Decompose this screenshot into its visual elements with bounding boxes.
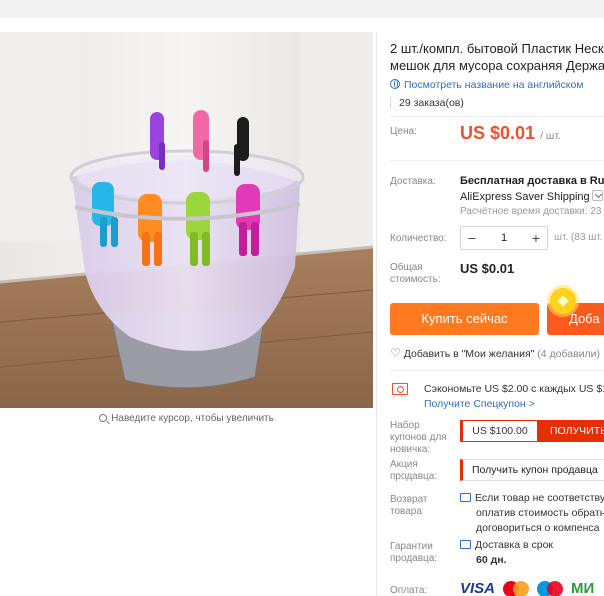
add-to-wishlist-link[interactable]: ♡ Добавить в "Мои желания" (4 добавили) <box>390 346 600 360</box>
new-user-coupon-label-line: новичка: <box>390 444 431 455</box>
new-user-coupon-label-line: купонов для <box>390 432 447 443</box>
wishlist-text: Добавить в "Мои желания" <box>403 348 535 360</box>
seller-guarantee: Доставка в срок 60 дн. <box>460 538 553 568</box>
new-user-coupon: US $100.00 ПОЛУЧИТЬ <box>460 420 604 442</box>
separator <box>390 160 604 161</box>
mir-logo: МИ <box>571 580 595 596</box>
price-value: US $0.01 / шт. <box>460 123 561 144</box>
guarantee-line: Доставка в срок <box>475 539 554 551</box>
translate-title-text: Посмотреть название на английском <box>404 79 584 91</box>
product-details: 2 шт./компл. бытовой Пластик Неско мешок… <box>390 0 604 596</box>
product-title-line: 2 шт./компл. бытовой Пластик Неско <box>390 41 604 56</box>
return-label: Возврат товара <box>390 494 428 518</box>
guarantee-label-line: Гарантии <box>390 541 433 552</box>
shipping-label: Доставка: <box>390 176 436 187</box>
buy-now-button[interactable]: Купить сейчас <box>390 303 539 335</box>
total-label: Общая стоимость: <box>390 262 441 286</box>
product-title: 2 шт./компл. бытовой Пластик Неско мешок… <box>390 40 604 74</box>
column-divider <box>376 32 377 596</box>
guarantee-label-line: продавца: <box>390 553 438 564</box>
price-amount: US $0.01 <box>460 123 536 143</box>
globe-icon <box>390 79 400 89</box>
total-label-line: Общая <box>390 262 423 273</box>
quantity-increase-button[interactable]: + <box>525 230 547 246</box>
return-icon <box>460 493 471 502</box>
stock-note: шт. (83 шт. <box>554 232 603 243</box>
new-user-coupon-label: Набор купонов для новичка: <box>390 420 447 456</box>
translate-title-link[interactable]: Посмотреть название на английском <box>390 79 584 91</box>
product-title-line: мешок для мусора сохраняя Держат <box>390 58 604 73</box>
magnifier-icon <box>99 414 108 422</box>
get-special-coupon-link[interactable]: Получите Спецкупон > <box>424 398 535 410</box>
visa-logo: VISA <box>460 580 496 596</box>
price-unit: / шт. <box>540 130 561 142</box>
separator <box>390 116 604 117</box>
mastercard-logo <box>503 580 530 596</box>
quantity-label: Количество: <box>390 233 447 244</box>
separator <box>390 370 604 371</box>
return-label-line: Возврат <box>390 494 428 505</box>
orders-count: 29 заказа(ов) <box>390 97 464 109</box>
product-image[interactable] <box>0 32 373 408</box>
coupon-amount: US $100.00 <box>460 420 538 442</box>
return-policy-line: договориться о компенса <box>476 522 600 534</box>
guarantee-label: Гарантии продавца: <box>390 541 437 565</box>
shipping-destination: Бесплатная доставка в Russi <box>460 175 604 187</box>
get-coupon-button[interactable]: ПОЛУЧИТЬ <box>538 420 604 442</box>
payment-methods: VISA МИ <box>460 580 594 596</box>
savings-text: Сэкономьте US $2.00 с каждых US $15 <box>424 383 604 395</box>
shipping-method-text: AliExpress Saver Shipping <box>460 191 590 203</box>
quantity-stepper: − 1 + <box>460 226 548 250</box>
coin-icon <box>550 288 576 314</box>
seller-promo-label-line: продавца: <box>390 471 438 482</box>
coupon-icon <box>392 383 408 395</box>
delivery-icon <box>460 540 471 549</box>
seller-promo-label-line: Акция <box>390 459 418 470</box>
maestro-logo <box>537 580 564 596</box>
seller-promo-label: Акция продавца: <box>390 459 437 483</box>
quantity-decrease-button[interactable]: − <box>461 230 483 246</box>
new-user-coupon-label-line: Набор <box>390 420 420 431</box>
trash-bin-photo <box>0 32 373 408</box>
get-seller-coupon-button[interactable]: Получить купон продавца <box>460 459 604 481</box>
guarantee-days: 60 дн. <box>476 554 507 566</box>
shipping-method-select[interactable]: AliExpress Saver Shipping <box>460 190 603 203</box>
zoom-hint-text: Наведите курсор, чтобы увеличить <box>111 413 274 424</box>
total-price: US $0.01 <box>460 261 515 276</box>
chevron-down-icon[interactable] <box>591 190 603 201</box>
heart-icon: ♡ <box>390 346 401 360</box>
return-policy-line: оплатив стоимость обратн <box>476 507 604 519</box>
price-label: Цена: <box>390 126 417 137</box>
payment-label: Оплата: <box>390 585 428 596</box>
quantity-input[interactable]: 1 <box>483 232 525 244</box>
return-label-line: товара <box>390 506 422 517</box>
total-label-line: стоимость: <box>390 274 441 285</box>
zoom-hint: Наведите курсор, чтобы увеличить <box>0 413 373 424</box>
return-policy: Если товар не соответству оплатив стоимо… <box>460 491 604 536</box>
delivery-estimate: Расчётное время доставки: 23 <box>460 206 602 217</box>
wishlist-count: (4 добавили) <box>537 348 601 360</box>
return-policy-line: Если товар не соответству <box>475 492 604 504</box>
special-coupon-promo: Сэкономьте US $2.00 с каждых US $15 Полу… <box>390 378 604 412</box>
